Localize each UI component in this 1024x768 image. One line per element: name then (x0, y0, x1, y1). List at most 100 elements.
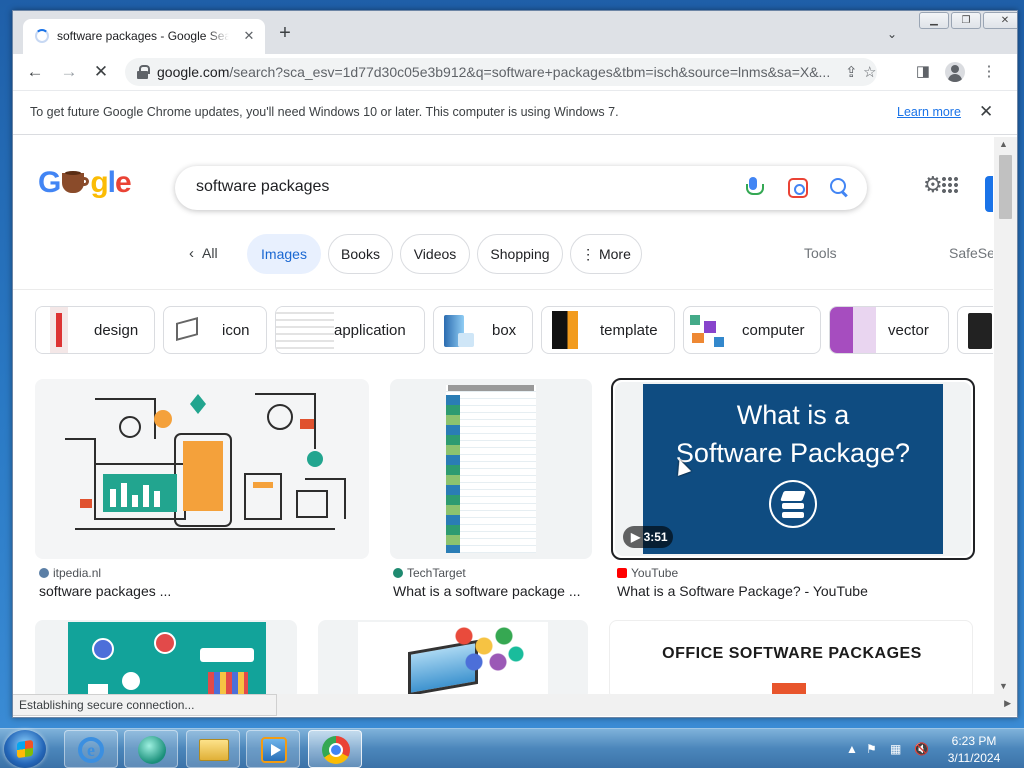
result-source[interactable]: YouTube (617, 566, 678, 580)
result-title[interactable]: software packages ... (39, 583, 171, 599)
search-input[interactable]: software packages (196, 178, 329, 196)
scrollbar-thumb[interactable] (999, 155, 1012, 219)
related-chip-vector[interactable]: vector (829, 306, 949, 354)
settings-gear-icon[interactable]: ⚙ (923, 172, 943, 198)
browser-tab[interactable]: software packages - Google Search ✕ (23, 19, 265, 54)
user-avatar-icon (92, 638, 114, 660)
taskbar-chrome[interactable] (308, 730, 362, 768)
horizontal-scrollbar[interactable]: ▶ (277, 694, 1017, 716)
result-source[interactable]: itpedia.nl (39, 566, 101, 580)
result-source[interactable]: TechTarget (393, 566, 466, 580)
tab-all[interactable]: ‹ All (189, 245, 218, 262)
related-chip-more[interactable] (957, 306, 993, 354)
tab-title: software packages - Google Search (57, 29, 229, 43)
dark-box-icon (968, 313, 992, 349)
tab-images[interactable]: Images (247, 234, 321, 274)
taskbar-file-explorer[interactable] (186, 730, 240, 768)
forward-arrow-icon[interactable]: → (59, 62, 79, 82)
laptop-thumbnail (358, 622, 548, 694)
minimize-button[interactable]: ▁ (919, 12, 949, 29)
search-results-page: G gle software packages ⚙ ‹ All Images Bo… (13, 136, 993, 694)
stop-loading-icon[interactable]: ✕ (91, 62, 111, 82)
scroll-up-arrow-icon[interactable]: ▲ (999, 139, 1008, 149)
search-box[interactable]: software packages (175, 166, 867, 210)
show-hidden-icons-icon[interactable]: ▲ (846, 742, 858, 756)
related-label: template (600, 322, 658, 339)
stack-layers-icon (769, 480, 817, 528)
result-title[interactable]: What is a software package ... (393, 583, 581, 599)
scroll-right-arrow-icon[interactable]: ▶ (1004, 698, 1011, 709)
close-window-button[interactable]: ✕ (983, 12, 1017, 29)
related-label: icon (222, 322, 250, 339)
taskbar-media-player[interactable] (246, 730, 300, 768)
related-chip-template[interactable]: template (541, 306, 675, 354)
google-lens-icon[interactable] (788, 178, 808, 198)
safesearch-button[interactable]: SafeSe (949, 245, 993, 261)
result-image-office[interactable]: OFFICE SOFTWARE PACKAGES (609, 620, 973, 694)
related-thumb (164, 307, 210, 353)
related-chip-design[interactable]: design (35, 306, 155, 354)
side-panel-icon[interactable]: ◨ (913, 62, 933, 82)
window-controls: ▁ ❐ ✕ (917, 12, 1017, 30)
result-image-youtube[interactable]: What is a Software Package? ▶ 3:51 (615, 382, 971, 556)
scroll-down-arrow-icon[interactable]: ▼ (999, 681, 1008, 691)
tab-videos[interactable]: Videos (400, 234, 470, 274)
volume-muted-icon[interactable]: 🔇 (914, 742, 929, 756)
tab-close-icon[interactable]: ✕ (241, 28, 257, 44)
menu-kebab-icon[interactable]: ⋮ (979, 62, 999, 82)
infobar-close-icon[interactable]: ✕ (979, 102, 993, 122)
learn-more-link[interactable]: Learn more (897, 105, 961, 119)
google-apps-grid-icon[interactable] (941, 176, 959, 194)
voice-search-mic-icon[interactable] (746, 177, 764, 199)
related-chip-icon[interactable]: icon (163, 306, 267, 354)
office-icon (772, 683, 806, 694)
back-arrow-icon[interactable]: ← (25, 62, 45, 82)
box-outline-icon (176, 317, 198, 341)
vertical-scrollbar[interactable]: ▲ ▼ (994, 137, 1017, 694)
tab-more[interactable]: ⋮ More (570, 234, 642, 274)
tab-books[interactable]: Books (328, 234, 393, 274)
sign-in-button[interactable] (985, 176, 993, 212)
filter-divider (13, 289, 993, 290)
mail-icon (88, 684, 108, 694)
result-image-techtarget[interactable] (390, 379, 592, 559)
related-chip-box[interactable]: box (433, 306, 533, 354)
clock-date[interactable]: 3/11/2024 (944, 751, 1004, 765)
related-label: box (492, 322, 517, 339)
chrome-window: software packages - Google Search ✕ + ⌄ … (12, 10, 1018, 718)
result-image-network[interactable] (35, 620, 297, 694)
action-center-flag-icon[interactable]: ⚑ (866, 742, 877, 756)
related-chip-application[interactable]: application (275, 306, 425, 354)
taskbar-internet-explorer[interactable]: e (64, 730, 118, 768)
books-graphic (208, 672, 248, 694)
google-logo[interactable]: G gle (38, 166, 132, 200)
search-magnifier-icon[interactable] (829, 177, 851, 199)
lock-icon[interactable] (137, 65, 150, 79)
related-searches: design icon application box template com… (13, 306, 993, 354)
result-title[interactable]: What is a Software Package? - YouTube (617, 583, 868, 599)
media-player-icon (261, 737, 287, 763)
bookmark-star-icon[interactable]: ☆ (863, 63, 876, 81)
at-sign-icon (122, 672, 140, 690)
tab-search-chevron-icon[interactable]: ⌄ (887, 27, 901, 41)
start-button[interactable] (4, 730, 46, 768)
tab-shopping[interactable]: Shopping (477, 234, 563, 274)
taskbar-app-globe[interactable] (124, 730, 178, 768)
clock-time[interactable]: 6:23 PM (944, 734, 1004, 748)
favicon-icon (393, 568, 403, 578)
cube-icon (704, 321, 716, 333)
profile-avatar[interactable] (945, 62, 965, 82)
address-bar[interactable]: google.com/search?sca_esv=1d77d30c05e3b9… (125, 58, 877, 86)
new-tab-button[interactable]: + (275, 23, 295, 44)
maximize-button[interactable]: ❐ (951, 12, 981, 29)
app-icons-cloud-graphic (454, 626, 524, 676)
tools-button[interactable]: Tools (804, 245, 837, 261)
related-chip-computer[interactable]: computer (683, 306, 821, 354)
share-icon[interactable]: ⇪ (845, 63, 858, 81)
url-text[interactable]: google.com/search?sca_esv=1d77d30c05e3b9… (157, 64, 833, 80)
result-image-itpedia[interactable] (35, 379, 369, 559)
related-thumb (830, 307, 876, 353)
result-image-laptop[interactable] (318, 620, 588, 694)
network-icon[interactable]: ▦ (890, 742, 901, 756)
cube-icon (690, 315, 700, 325)
